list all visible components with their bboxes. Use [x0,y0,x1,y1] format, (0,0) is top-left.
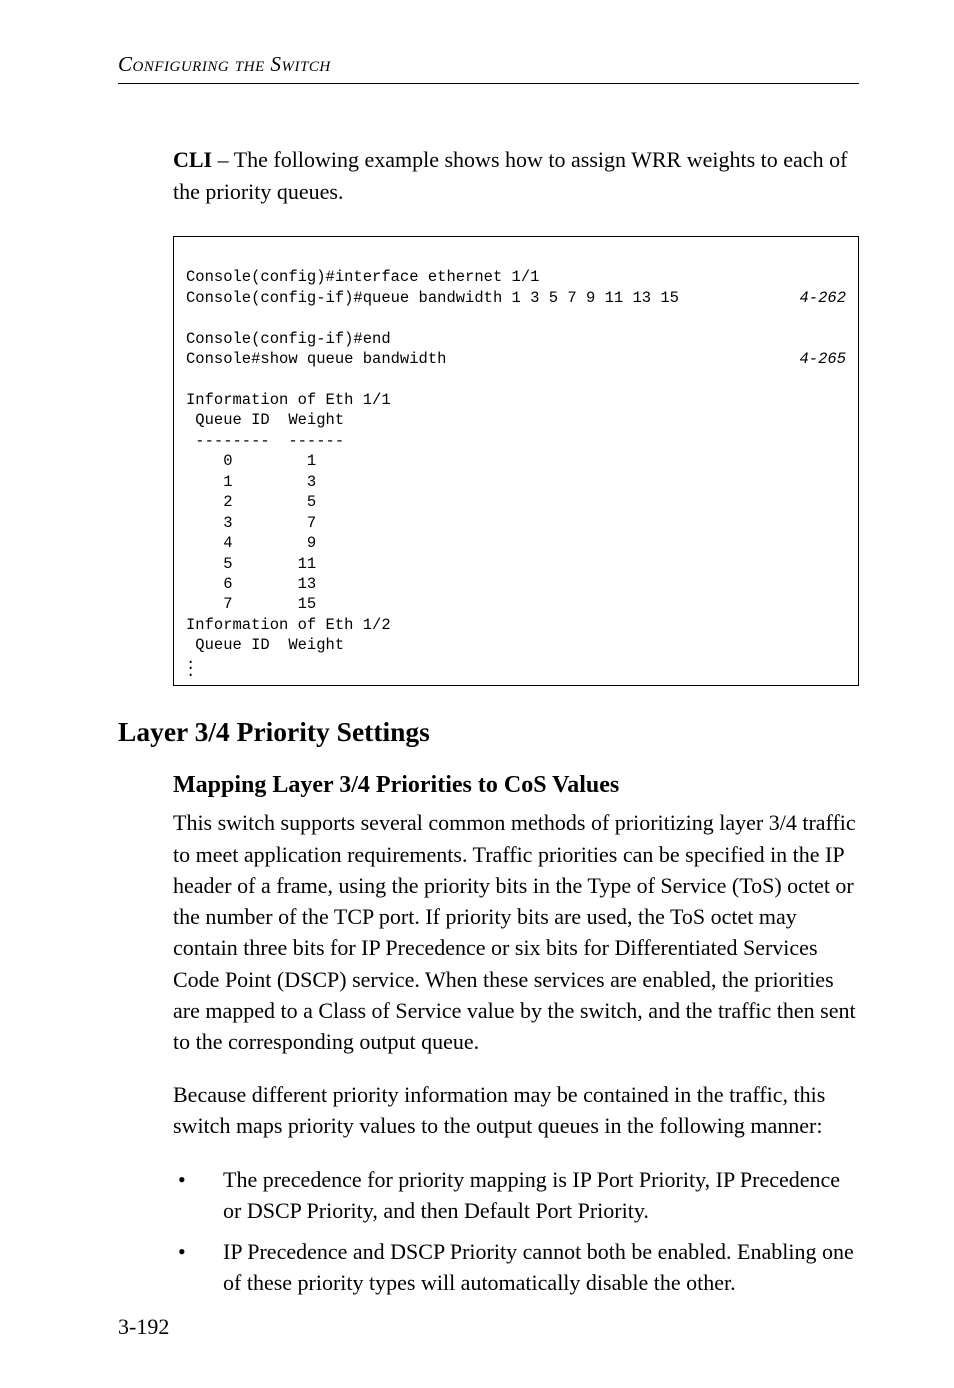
code-line: 4 9 [186,534,316,552]
subsection-heading: Mapping Layer 3/4 Priorities to CoS Valu… [173,772,859,799]
code-line: -------- ------ [186,432,344,450]
list-item: • IP Precedence and DSCP Priority cannot… [173,1236,859,1298]
code-line: 3 7 [186,514,316,532]
code-line: Queue ID Weight [186,636,344,654]
code-line: 5 11 [186,555,316,573]
code-line: Console(config)#interface ethernet 1/1 [186,268,539,286]
body-paragraph-2: Because different priority information m… [173,1079,859,1141]
cli-intro-strong: CLI [173,147,212,172]
list-item-text: The precedence for priority mapping is I… [223,1167,840,1223]
code-line: 7 15 [186,595,316,613]
code-line: Information of Eth 1/2 [186,616,391,634]
code-line: 1 3 [186,473,316,491]
code-line: 6 13 [186,575,316,593]
code-page-ref: 4-265 [799,349,846,369]
header-rule [118,83,859,84]
section-heading: Layer 3/4 Priority Settings [118,716,859,748]
code-line: Console(config-if)#queue bandwidth 1 3 5… [186,288,679,308]
code-line: Information of Eth 1/1 [186,391,391,409]
bullet-icon: • [178,1164,186,1195]
list-item: • The precedence for priority mapping is… [173,1164,859,1226]
cli-intro-text: – The following example shows how to ass… [173,147,847,204]
code-page-ref: 4-262 [799,288,846,308]
ellipsis-vertical: . . . [186,656,846,676]
cli-intro-paragraph: CLI – The following example shows how to… [173,144,859,208]
body-paragraph-1: This switch supports several common meth… [173,807,859,1057]
running-header: Configuring the Switch [118,52,859,77]
bullet-list: • The precedence for priority mapping is… [173,1164,859,1299]
page-number: 3-192 [118,1314,169,1340]
code-line: Console(config-if)#end [186,330,391,348]
code-line: 0 1 [186,452,316,470]
code-line: 2 5 [186,493,316,511]
list-item-text: IP Precedence and DSCP Priority cannot b… [223,1239,854,1295]
code-line: Queue ID Weight [186,411,344,429]
cli-code-block: Console(config)#interface ethernet 1/1 C… [173,236,859,687]
code-line: Console#show queue bandwidth [186,349,446,369]
bullet-icon: • [178,1236,186,1267]
